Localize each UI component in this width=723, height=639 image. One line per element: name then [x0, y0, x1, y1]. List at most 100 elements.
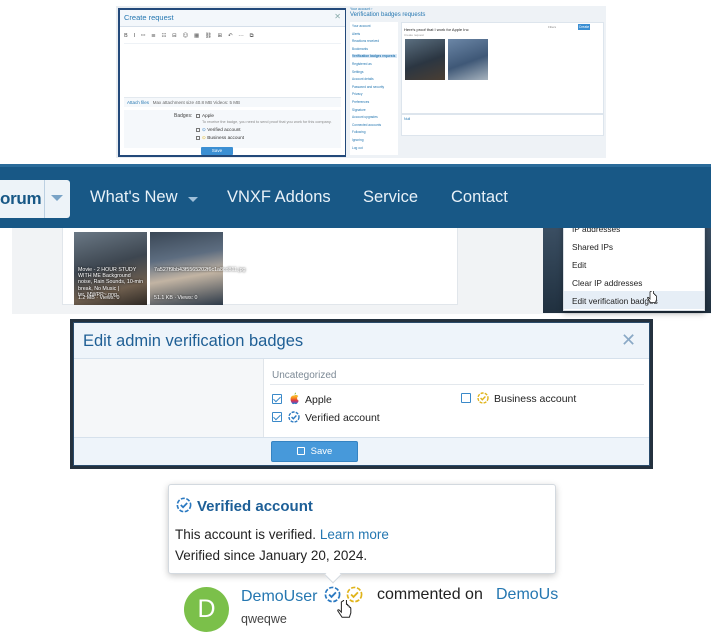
business-badge-icon — [477, 392, 489, 407]
divider — [270, 384, 644, 385]
attachment-meta: 1.2 MB · Views: 0 — [78, 295, 120, 301]
attachment-name: 7a527f9bb43f5565202f6c1a8cd811.jpg — [154, 267, 246, 273]
attach-bar: Attach files Max attachment size 40.8 MB… — [124, 97, 341, 107]
comment-action: commented on — [377, 586, 483, 603]
sidebar-item[interactable]: Preferences — [352, 100, 397, 104]
hand-cursor-icon — [337, 598, 353, 625]
badge-option-apple[interactable]: Apple — [196, 113, 214, 118]
sidebar-item[interactable]: Ignoring — [352, 138, 397, 142]
editor-toolbar[interactable]: B I ꟷ ≡ ☷ ⊟ ☺ ▦ ⛓ ⊞ ↶ ⋯ ⧉ — [124, 31, 341, 42]
sidebar-item[interactable]: Connected accounts — [352, 123, 397, 127]
sidebar-item[interactable]: Alerts — [352, 32, 397, 36]
sidebar-item[interactable]: Password and security — [352, 85, 397, 89]
verified-check-icon — [176, 497, 192, 517]
attach-files-button[interactable]: Attach files — [127, 100, 149, 105]
modal-footer: Save — [74, 437, 649, 465]
sidebar-item[interactable]: Verification badges requests — [352, 54, 397, 59]
sidebar-item[interactable]: Log out — [352, 146, 397, 150]
category-label: Uncategorized — [272, 370, 337, 381]
chevron-down-icon[interactable] — [51, 195, 63, 201]
chevron-down-icon[interactable] — [188, 197, 198, 202]
sidebar-item[interactable]: Bookmarks — [352, 47, 397, 51]
save-icon — [296, 447, 305, 455]
sidebar-item[interactable]: Settings — [352, 70, 397, 74]
request-text: Here's proof that I work for Apple Inc — [404, 27, 469, 32]
forum-tab[interactable]: orum — [0, 180, 70, 218]
verified-tooltip: Verified account This account is verifie… — [168, 484, 556, 574]
message-editor[interactable] — [124, 43, 341, 97]
badge-hint: To receive the badge, you need to send p… — [202, 120, 332, 124]
badges-row: Badges: Apple To receive the badge, you … — [124, 110, 341, 148]
verified-check-icon: ⊙ — [202, 127, 206, 132]
badge-option-business[interactable]: Business account — [461, 392, 576, 407]
verification-requests-page: Your account › Verification badges reque… — [346, 6, 606, 158]
account-sidebar: Your account Alerts Reactions received Book… — [350, 22, 398, 155]
request-title[interactable]: Null — [404, 117, 410, 121]
requests-list: Filters Here's proof that I work for App… — [401, 22, 604, 114]
sidebar-item[interactable]: Account upgrades — [352, 115, 397, 119]
verified-check-icon — [288, 411, 300, 426]
badge-option-verified[interactable]: ⊙ Verified account — [196, 127, 241, 133]
attachment-thumbnail[interactable] — [405, 39, 445, 80]
verified-since-text: Verified since January 20, 2024. — [175, 548, 368, 563]
comment-message: qweqwe — [241, 612, 287, 626]
modal-header: Edit admin verification badges ✕ — [74, 323, 649, 359]
save-button[interactable]: Save — [271, 441, 358, 462]
request-row: Null — [401, 114, 604, 136]
create-request-screenshot: Create request ✕ B I ꟷ ≡ ☷ ⊟ ☺ ▦ ⛓ ⊞ ↶ ⋯… — [116, 6, 606, 158]
attachment-meta: 51.1 KB · Views: 0 — [154, 295, 198, 301]
menu-item-edit[interactable]: Edit — [564, 255, 704, 273]
modal-title: Edit admin verification badges — [83, 332, 304, 350]
close-icon[interactable]: ✕ — [621, 330, 636, 351]
badge-option-apple[interactable]: Apple — [272, 392, 332, 408]
sidebar-item[interactable]: Reactions received — [352, 39, 397, 43]
checkbox[interactable] — [272, 412, 282, 422]
tooltip-heading: Verified account — [176, 497, 313, 517]
breadcrumb[interactable]: Your account › — [350, 7, 372, 11]
create-request-modal: Create request ✕ B I ꟷ ≡ ☷ ⊟ ☺ ▦ ⛓ ⊞ ↶ ⋯… — [118, 8, 347, 157]
hand-cursor-icon — [647, 289, 658, 307]
sidebar-item[interactable]: Following — [352, 130, 397, 134]
save-button[interactable]: Save — [201, 147, 233, 155]
nav-item-service[interactable]: Service — [363, 188, 418, 207]
attachment-thumbnail[interactable]: 7a527f9bb43f5565202f6c1a8cd811.jpg 51.1 … — [150, 232, 246, 305]
main-navbar: orum What's New VNXF Addons Service Cont… — [0, 164, 711, 228]
divider — [44, 180, 45, 218]
attach-info: Max attachment size 40.8 MB Videos: 5 MB — [152, 100, 240, 105]
modal-title: Create request — [120, 10, 345, 27]
apple-logo-icon — [288, 392, 300, 408]
sidebar-item[interactable]: Registered as — [352, 62, 397, 66]
form-label-column — [74, 359, 264, 437]
menu-item-shared-ips[interactable]: Shared IPs — [564, 237, 704, 255]
business-badge-icon: ⊙ — [202, 135, 206, 140]
menu-item-edit-verification-badges[interactable]: Edit verification badges — [564, 291, 704, 309]
create-button[interactable]: Create — [578, 24, 590, 30]
badge-option-verified[interactable]: Verified account — [272, 411, 380, 426]
member-context-menu: IP addresses Shared IPs Edit Clear IP ad… — [563, 219, 705, 311]
filter-link[interactable]: Filters — [548, 25, 556, 29]
request-sub: Create request — [404, 33, 424, 37]
learn-more-link[interactable]: Learn more — [320, 527, 389, 542]
attachment-thumbnail[interactable]: Movie - 2 HOUR STUDY WITH ME Background … — [74, 232, 147, 305]
close-icon[interactable]: ✕ — [334, 12, 341, 21]
sidebar-item[interactable]: Signature — [352, 108, 397, 112]
tooltip-text: This account is verified. Learn more — [175, 527, 389, 542]
checkbox[interactable] — [461, 393, 471, 403]
attachment-thumbnail[interactable] — [448, 39, 488, 80]
nav-item-whats-new[interactable]: What's New — [90, 188, 178, 207]
avatar[interactable]: D — [184, 587, 229, 632]
attachments-block: Movie - 2 HOUR STUDY WITH ME Background … — [62, 227, 458, 305]
attachment-name: Movie - 2 HOUR STUDY WITH ME Background … — [78, 267, 144, 298]
nav-item-contact[interactable]: Contact — [451, 188, 508, 207]
sidebar-item[interactable]: Your account — [352, 24, 397, 28]
sidebar-item[interactable]: Privacy — [352, 92, 397, 96]
comment-target-link[interactable]: DemoUs — [496, 586, 558, 604]
forum-tab-label: orum — [0, 189, 42, 208]
badge-option-business[interactable]: ⊙ Business account — [196, 135, 244, 141]
page-title: Verification badges requests — [350, 12, 426, 18]
nav-item-vnxf-addons[interactable]: VNXF Addons — [227, 188, 331, 207]
sidebar-item[interactable]: Account details — [352, 77, 397, 81]
badges-label: Badges: — [174, 113, 193, 119]
menu-item-clear-ip[interactable]: Clear IP addresses — [564, 273, 704, 291]
checkbox[interactable] — [272, 394, 282, 404]
